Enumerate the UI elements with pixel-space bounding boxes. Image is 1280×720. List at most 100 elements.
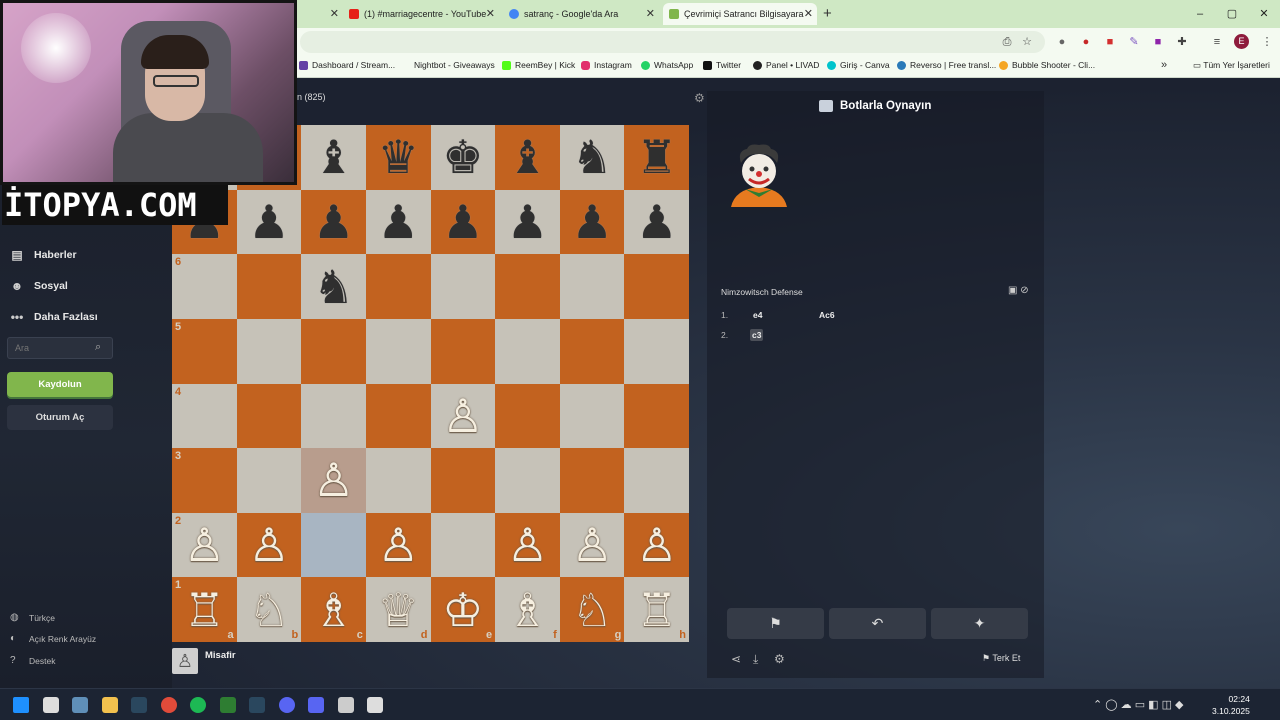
chess-board[interactable]: 8♝♛♚♝♞♜♟7♟♟♟♟♟♟♟6♞54♙3♙♙2♙♙♙♙♙♖1a♘b♗c♕d♔… [172,125,689,642]
login-button[interactable]: Oturum Aç [7,405,113,430]
black-knight-icon[interactable]: ♞ [313,264,354,310]
close-tab-icon[interactable]: ✕ [804,7,813,20]
taskbar-app-icon[interactable] [72,697,88,713]
square-d2[interactable]: ♙ [365,512,431,578]
white-queen-icon[interactable]: ♕ [378,587,419,633]
white-rook-icon[interactable]: ♖ [636,587,677,633]
square-g7[interactable]: ♟ [559,189,625,255]
white-pawn-icon[interactable]: ♙ [248,522,289,568]
all-bookmarks-folder[interactable]: ▭ Tüm Yer İşaretleri [1193,60,1270,71]
signup-button[interactable]: Kaydolun [7,372,113,397]
undo-button[interactable]: ↶ [829,608,926,639]
black-queen-icon[interactable]: ♛ [378,134,419,180]
move-white-current[interactable]: c3 [750,329,764,341]
square-b1[interactable]: ♘ b [236,577,302,642]
close-tab-icon[interactable]: ✕ [330,7,339,20]
square-d3[interactable] [365,448,431,513]
square-a5[interactable]: 5 [172,318,237,384]
square-b5[interactable] [236,318,302,384]
browser-tab[interactable]: ✕ [297,3,343,25]
bookmark-item[interactable]: Nightbot - Giveaways [414,60,495,70]
more-bookmarks-button[interactable]: » [1161,59,1167,71]
bookmark-item[interactable]: Dashboard / Stream... [299,60,395,70]
address-bar[interactable] [300,31,1045,53]
bookmark-item[interactable]: WhatsApp [641,60,693,70]
sidebar-item-social[interactable]: ☻ Sosyal [8,279,68,293]
square-h1[interactable]: ♖ h [624,577,689,642]
square-h4[interactable] [624,383,689,449]
taskbar-app-icon[interactable] [249,697,265,713]
sidebar-item-news[interactable]: ▤ Haberler [8,248,76,262]
share-icon[interactable]: ⋖ [731,652,741,666]
support-link[interactable]: ? Destek [10,655,55,666]
bookmark-star-icon[interactable]: ☆ [1019,34,1035,50]
square-d4[interactable] [365,383,431,449]
new-tab-button[interactable]: + [823,5,832,22]
puzzle-icon[interactable]: ✚ [1174,34,1190,50]
bookmark-item[interactable]: Twitter [703,60,741,70]
black-pawn-icon[interactable]: ♟ [313,199,354,245]
black-pawn-icon[interactable]: ♟ [378,199,419,245]
square-g3[interactable] [559,448,625,513]
white-knight-icon[interactable]: ♘ [571,587,612,633]
black-pawn-icon[interactable]: ♟ [442,199,483,245]
bookmark-item[interactable]: Panel • LIVAD [753,60,819,70]
square-e6[interactable] [430,254,496,319]
square-h8[interactable]: ♜ [624,125,689,190]
square-g4[interactable] [559,383,625,449]
taskbar-app-icon[interactable] [278,697,295,713]
book-and-explorer-icons[interactable]: ▣ ⊘ [1008,285,1029,296]
square-e4[interactable]: ♙ [430,383,496,449]
square-g2[interactable]: ♙ [559,512,625,578]
square-b3[interactable] [236,448,302,513]
close-tab-icon[interactable]: ✕ [486,7,495,20]
square-e5[interactable] [430,318,496,384]
download-icon[interactable]: ⤓ [753,652,758,667]
search-icon[interactable]: ⌕ [95,341,101,354]
square-h6[interactable] [624,254,689,319]
black-pawn-icon[interactable]: ♟ [248,199,289,245]
black-bishop-icon[interactable]: ♝ [507,134,548,180]
square-f3[interactable] [495,448,560,513]
square-h2[interactable]: ♙ [624,512,689,578]
clock[interactable]: 02:24 3.10.2025 [1212,693,1250,717]
move-white[interactable]: e4 [753,310,762,320]
taskbar-app-icon[interactable] [42,697,59,713]
square-c2[interactable] [301,512,366,578]
taskbar-app-icon[interactable] [190,697,206,713]
square-g8[interactable]: ♞ [559,125,625,190]
square-f2[interactable]: ♙ [495,512,560,578]
square-b2[interactable]: ♙ [236,512,302,578]
square-c6[interactable]: ♞ [301,254,366,319]
square-d7[interactable]: ♟ [365,189,431,255]
square-h3[interactable] [624,448,689,513]
square-d1[interactable]: ♕ d [365,577,431,642]
square-f8[interactable]: ♝ [495,125,560,190]
square-c3[interactable]: ♙ [301,448,366,513]
bookmark-item[interactable]: Reverso | Free transl... [897,60,996,70]
system-tray[interactable]: ⌃ ◯ ☁ ▭ ◧ ◫ ◆ [1093,698,1184,711]
square-e2[interactable] [430,512,496,578]
reading-list-icon[interactable]: ≡ [1209,34,1225,50]
flag-button[interactable]: ⚑ [727,608,824,639]
gear-icon[interactable]: ⚙ [694,91,705,105]
adblock-icon[interactable]: ■ [1102,34,1118,50]
black-pawn-icon[interactable]: ♟ [507,199,548,245]
bookmark-item[interactable]: ReemBey | Kick [502,60,575,70]
black-rook-icon[interactable]: ♜ [636,134,677,180]
black-bishop-icon[interactable]: ♝ [313,134,354,180]
profile-avatar[interactable]: E [1234,34,1249,49]
square-c7[interactable]: ♟ [301,189,366,255]
taskbar-app-icon[interactable] [13,697,29,713]
square-f4[interactable] [495,383,560,449]
menu-icon[interactable]: ⋮ [1259,34,1275,50]
hint-button[interactable]: ✦ [931,608,1028,639]
theme-toggle[interactable]: ◐ Açık Renk Arayüz [10,633,96,644]
extension-icon[interactable]: ✎ [1126,34,1142,50]
browser-tab-google[interactable]: satranç - Google'da Ara ✕ [503,3,659,25]
bookmark-item[interactable]: Instagram [581,60,632,70]
close-window-button[interactable]: ✕ [1248,0,1280,28]
square-b6[interactable] [236,254,302,319]
square-a4[interactable]: 4 [172,383,237,449]
white-pawn-icon[interactable]: ♙ [378,522,419,568]
